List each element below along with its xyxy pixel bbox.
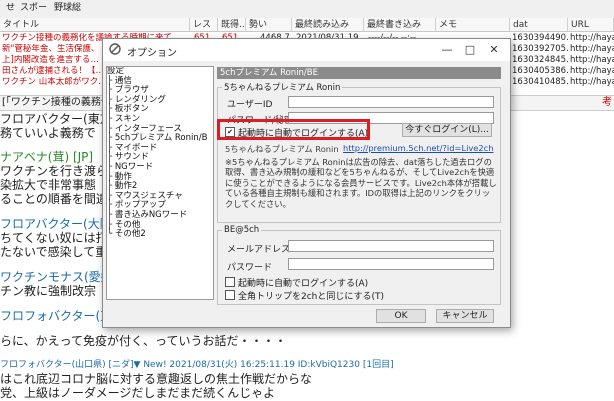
trip-label[interactable]: 全角トリップを2chと同じにする(T) <box>238 289 384 302</box>
row-dat: 1630410485... <box>512 77 568 87</box>
col-dat[interactable]: dat <box>510 18 568 32</box>
row-url: http://hayal <box>570 77 614 87</box>
close-icon[interactable]: ✕ <box>483 42 505 58</box>
tab-3[interactable]: 野球総 <box>50 2 85 15</box>
post-header: ナアベナ(茸) [JP] <box>0 150 94 164</box>
minimize-icon[interactable]: — <box>436 42 458 58</box>
post-body: はこれ底辺コロナ脳に対する意趣返しの焦土作戦だからな <box>0 372 313 386</box>
cancel-button[interactable]: キャンセル <box>436 309 494 323</box>
highlight-box <box>217 119 370 140</box>
col-title[interactable]: タイトル <box>0 18 190 32</box>
be-password-label: パスワード <box>227 263 273 273</box>
post-body: 務ていいよ義務で <box>0 126 96 140</box>
col-url[interactable]: URL <box>568 18 614 32</box>
row-dat: 1630394490... <box>512 33 568 43</box>
col-last-write[interactable]: 最終書き込み <box>364 18 436 32</box>
row-url: http://hayal <box>570 44 614 54</box>
post-body: らに、かえって免疫が付く、っていうお話だ・・・・ <box>0 334 287 348</box>
options-dialog: オプション — □ ✕ 設定 ├ 通信 ├ ブラウザ ├ レンダリング ├ 板ボ… <box>102 38 511 328</box>
be-password-input[interactable] <box>288 258 494 270</box>
post-header: フロフォバクター(山口県) [ニダ]▼ New! 2021/08/31(火) 1… <box>0 360 394 370</box>
login-now-button[interactable]: 今すぐログイン(L)... <box>402 123 492 137</box>
row-url: http://hayal <box>570 33 614 43</box>
ronin-legend: 5ちゃんねるプレミアム Ronin <box>224 83 341 93</box>
tab-2[interactable]: スポー <box>16 2 51 15</box>
dialog-title: オプション <box>127 48 177 59</box>
be-auto-login-label[interactable]: 起動時に自動でログインする(A) <box>238 276 368 289</box>
dialog-titlebar[interactable]: オプション — □ ✕ <box>103 39 510 61</box>
col-res[interactable]: レス <box>190 18 218 32</box>
col-got[interactable]: 既得.. <box>218 18 246 32</box>
premium-link-prefix: 5ちゃんねるプレミアム Ronin <box>225 144 339 154</box>
settings-tree[interactable]: 設定 ├ 通信 ├ ブラウザ ├ レンダリング ├ 板ボタン ├ スキン ├ イ… <box>106 66 214 300</box>
row-url: http://hayal <box>570 66 614 76</box>
maximize-icon[interactable]: □ <box>459 42 481 58</box>
be-legend: BE@5ch <box>224 225 260 235</box>
row-title: ワクチン 山本太郎がワク… <box>2 77 107 87</box>
col-last-read[interactable]: 最終読み込み <box>292 18 364 32</box>
mail-input[interactable] <box>288 240 494 252</box>
ok-button[interactable]: OK <box>376 309 426 323</box>
mail-label: メールアドレス <box>227 245 291 255</box>
premium-link[interactable]: http://premium.5ch.net/?id=Live2ch <box>343 143 494 153</box>
row-url: http://hayal <box>570 55 614 65</box>
row-dat: 1630324845... <box>512 55 568 65</box>
row-dat: 1630392705... <box>512 44 568 54</box>
row-dat: 1630405386... <box>512 66 568 76</box>
ronin-description: ※5ちゃんねるプレミアム Roninは広告の除去、dat落ちした過去ログの取得、… <box>225 157 497 209</box>
row-title: 新"菅秘年金、生活保護、 <box>2 44 100 54</box>
be-auto-login-checkbox[interactable] <box>225 277 235 287</box>
post-body: 染拡大で非常事態 <box>0 178 97 192</box>
post-body: チン教に強制改宗 <box>0 284 97 298</box>
row-title: 田さんが逮捕される！【… <box>2 66 105 76</box>
col-ikioi[interactable]: 勢い <box>246 18 292 32</box>
top-tab-strip: せ スポー 野球総 <box>0 0 614 19</box>
trip-checkbox[interactable] <box>225 290 235 300</box>
post-body: ることの順番を間違 <box>0 192 108 206</box>
post-body: たないで感染して重 <box>0 245 108 259</box>
app-icon <box>109 43 121 55</box>
panel-header: 5chプレミアム Ronin/BE <box>217 67 501 79</box>
post-body: ちてくない奴には打 <box>0 231 108 245</box>
col-memo[interactable]: メモ <box>436 18 510 32</box>
user-id-label: ユーザーID <box>227 100 273 110</box>
post-body: 党、上級はノーダメージだしまだまだ続くんじゃよ <box>0 386 276 400</box>
thread-tab-right[interactable]: 考 <box>602 96 612 110</box>
tree-item[interactable]: └ その他2 <box>107 229 213 240</box>
row-title: 上]内閣改造を進言する… <box>2 55 99 65</box>
user-id-input[interactable] <box>288 96 494 108</box>
